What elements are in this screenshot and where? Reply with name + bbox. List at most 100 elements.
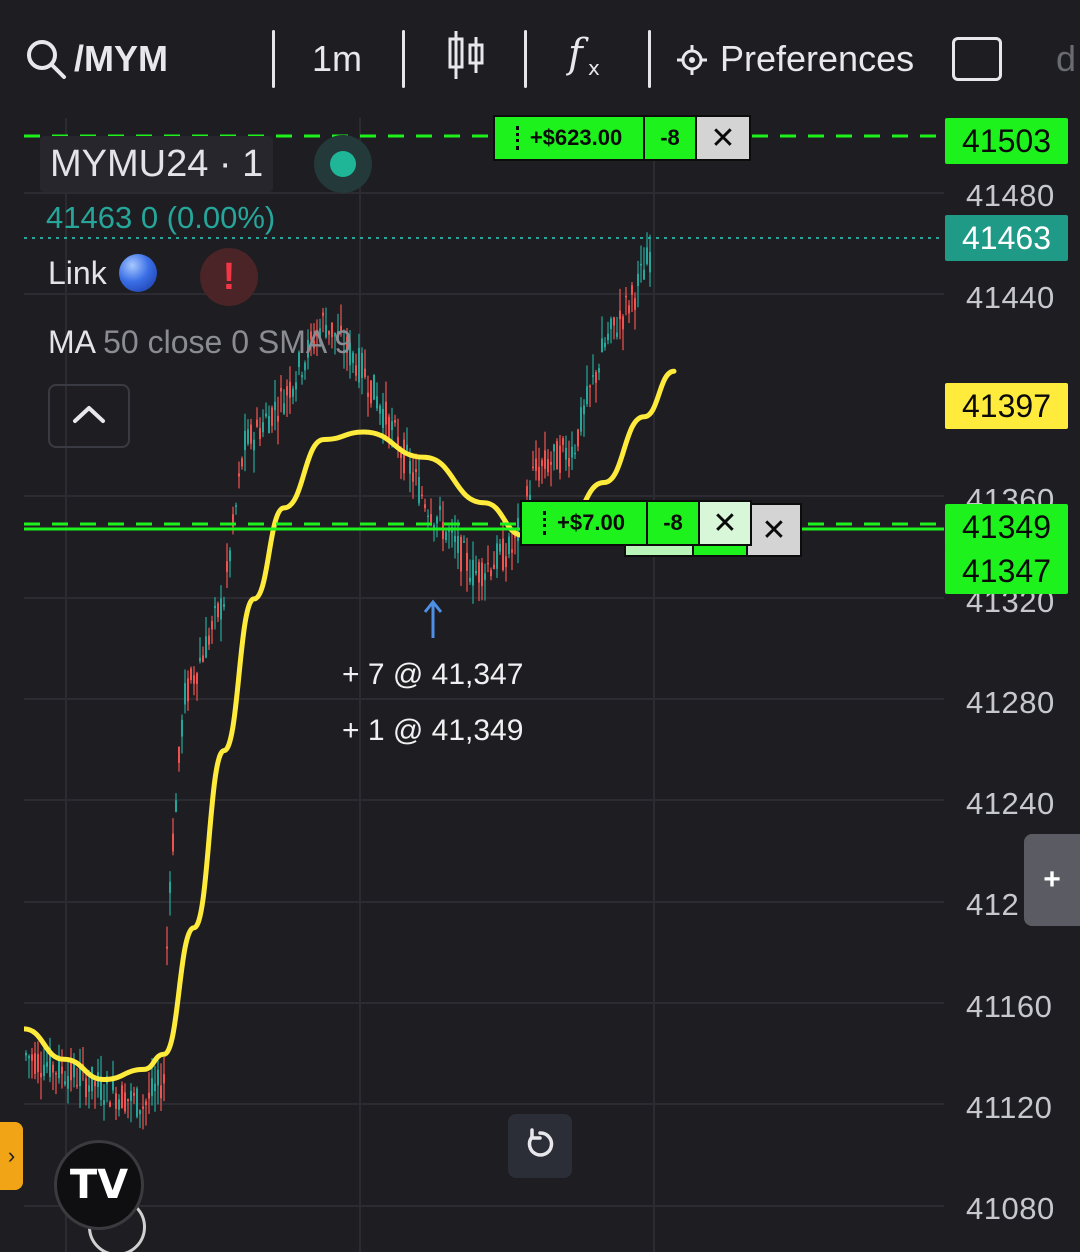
candle-body (250, 424, 252, 444)
candle-body (31, 1054, 33, 1061)
preferences-label: Preferences (720, 38, 915, 79)
axis-tick: 41440 (966, 280, 1055, 315)
candle-body (556, 441, 558, 470)
candle-body (610, 318, 612, 330)
candle-body (580, 407, 582, 432)
candle-body (625, 295, 627, 298)
axis-tick: 41480 (966, 178, 1055, 213)
chart-type-button[interactable] (446, 0, 486, 118)
candle-body (367, 392, 369, 397)
candle-body (415, 468, 417, 473)
drag-handle-icon[interactable] (543, 511, 547, 535)
fill-label: + 7 @ 41,347 (342, 658, 524, 691)
axis-tick: 412 (966, 887, 1020, 922)
candle-body (268, 415, 270, 434)
ma-indicator-legend[interactable]: MA 50 close 0 SMA 9 (48, 324, 352, 361)
candle-body (487, 562, 489, 565)
drag-handle-icon[interactable] (515, 126, 520, 150)
candle-body (427, 515, 429, 518)
candle-body (61, 1066, 63, 1074)
candle-body (607, 333, 609, 341)
candle-body (55, 1072, 57, 1075)
candle-body (445, 531, 447, 541)
candle-body (637, 273, 639, 287)
collapse-legend-button[interactable] (48, 384, 130, 448)
candle-body (103, 1100, 105, 1105)
gear-icon (676, 43, 708, 75)
candle-body (421, 494, 423, 497)
candle-body (175, 800, 177, 812)
order-pnl[interactable]: +$623.00 (495, 117, 645, 159)
add-button[interactable]: + (1024, 834, 1080, 926)
link-ball-icon (118, 254, 157, 292)
chart-pane[interactable] (24, 118, 1080, 1252)
candle-body (418, 477, 420, 504)
candle-body (508, 536, 510, 554)
candle-body (34, 1053, 36, 1074)
preferences-button[interactable]: Preferences (676, 0, 914, 118)
candle-body (424, 504, 426, 509)
candle-body (634, 298, 636, 310)
candle-body (406, 444, 408, 451)
candle-body (631, 285, 633, 295)
candle-body (202, 655, 204, 662)
candle-body (124, 1092, 126, 1112)
candle-body (352, 352, 354, 363)
candle-body (628, 305, 630, 314)
candle-body (190, 668, 192, 680)
close-icon[interactable]: ✕ (748, 505, 800, 555)
candle-body (196, 673, 198, 684)
overflow-button[interactable]: d (1040, 0, 1080, 118)
candle-body (271, 407, 273, 426)
candle-body (511, 549, 513, 553)
overflow-label: d (1056, 38, 1077, 79)
side-panel-handle[interactable]: › (0, 1122, 23, 1190)
candle-body (535, 458, 537, 471)
market-status-icon[interactable] (314, 135, 372, 193)
axis-tick: 41240 (966, 786, 1055, 821)
symbol-search-button[interactable]: /MYM (24, 0, 168, 118)
axis-tick: 41280 (966, 685, 1055, 720)
entry-position[interactable]: +$7.00 -8 ✕ (520, 500, 752, 546)
indicators-button[interactable]: fx (565, 0, 610, 118)
link-toggle[interactable]: Link (48, 254, 157, 292)
candle-body (430, 514, 432, 523)
toolbar-divider (648, 30, 651, 88)
candle-body (28, 1056, 30, 1059)
position-qty[interactable]: -8 (648, 502, 700, 544)
price-chart[interactable] (24, 118, 1080, 1252)
candle-body (163, 1074, 165, 1084)
candle-body (409, 460, 411, 474)
symbol-title[interactable]: MYMU24 · 1 (40, 136, 274, 192)
close-icon[interactable]: ✕ (697, 117, 749, 159)
fullscreen-button[interactable] (952, 0, 1002, 118)
reset-chart-button[interactable] (508, 1114, 572, 1178)
candle-body (592, 375, 594, 377)
candle-body (622, 316, 624, 330)
candle-body (148, 1092, 150, 1099)
candle-body (361, 352, 363, 378)
candle-body (205, 636, 207, 658)
interval-button[interactable]: 1m (312, 0, 362, 118)
candle-body (43, 1064, 45, 1077)
top-toolbar: /MYM 1m fx Preferences d (0, 0, 1080, 118)
candle-body (358, 347, 360, 383)
tradingview-logo[interactable]: TV (54, 1140, 144, 1230)
toolbar-divider (402, 30, 405, 88)
candle-body (502, 538, 504, 571)
close-icon[interactable]: ✕ (700, 502, 750, 544)
candle-body (322, 312, 324, 316)
candle-body (646, 247, 648, 264)
price-change: 41463 0 (0.00%) (46, 200, 276, 235)
candle-body (472, 559, 474, 586)
candle-body (166, 946, 168, 949)
candle-body (583, 405, 585, 415)
position-pnl[interactable]: +$7.00 (522, 502, 648, 544)
candle-body (493, 564, 495, 570)
candle-body (115, 1093, 117, 1109)
order-qty[interactable]: -8 (645, 117, 697, 159)
take-profit-order[interactable]: +$623.00 -8 ✕ (493, 115, 751, 161)
candle-body (133, 1092, 135, 1096)
alert-icon[interactable]: ! (200, 248, 258, 306)
candle-body (460, 536, 462, 572)
